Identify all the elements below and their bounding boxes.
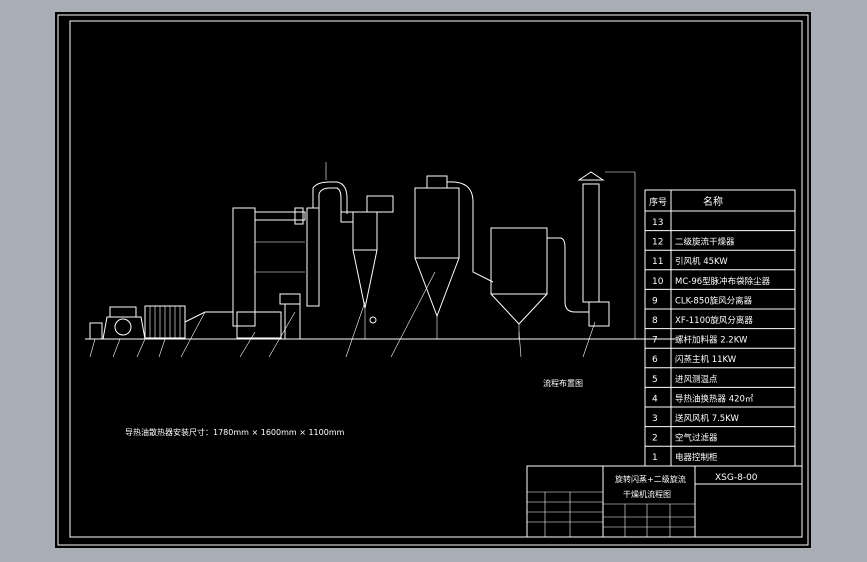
cyclone-clk850 — [414, 175, 494, 339]
parts-row-no: 12 — [652, 238, 663, 248]
layout-title: 流程布置图 — [543, 378, 583, 388]
parts-row-name: 二级旋流干燥器 — [675, 237, 735, 248]
parts-row-name: 空气过滤器 — [675, 433, 718, 444]
heat-exchanger — [144, 305, 186, 339]
equipment-group — [89, 162, 636, 358]
parts-header-name: 名称 — [703, 195, 723, 208]
parts-row-no: 9 — [652, 296, 658, 306]
parts-row-name: 螺杆加料器 2.2KW — [675, 335, 748, 346]
parts-row-no: 5 — [652, 375, 658, 385]
parts-row-name: 送风风机 7.5KW — [675, 413, 739, 424]
parts-row-no: 4 — [652, 394, 658, 404]
blower-fan — [114, 318, 132, 336]
parts-list-table: 序号 名称 1312 二级旋流干燥器11 引风机 45KW10 MC-96型脉冲布袋除… — [644, 189, 796, 467]
parts-header-no: 序号 — [649, 196, 667, 208]
parts-row-name: 电器控制柜 — [675, 452, 718, 463]
parts-row-name: XF-1100旋风分离器 — [675, 315, 753, 326]
install-note: 导热油散热器安装尺寸：1780mm × 1600mm × 1100mm — [125, 427, 345, 437]
parts-row-no: 3 — [652, 414, 658, 424]
leader-lines — [89, 271, 596, 358]
second-stage-dryer — [306, 162, 354, 307]
control-cabinet — [89, 322, 103, 340]
drawing-number: XSG-8-00 — [715, 473, 758, 483]
parts-row-no: 11 — [652, 257, 663, 267]
parts-row-name: 闪蒸主机 11KW — [675, 354, 737, 365]
screw-feeder — [279, 293, 301, 305]
parts-row-no: 6 — [652, 355, 658, 365]
parts-row-name: CLK-850旋风分离器 — [675, 295, 753, 306]
parts-row-no: 1 — [652, 453, 658, 463]
bag-filter — [490, 227, 589, 339]
parts-row-name: 进风测温点 — [675, 374, 718, 385]
flash-dryer-main — [232, 207, 306, 339]
drawing-title-line1: 旋转闪蒸+二级旋流 — [615, 474, 686, 484]
exhaust-fan-stack — [577, 171, 636, 339]
parts-row-no: 7 — [652, 336, 658, 346]
parts-row-no: 10 — [652, 277, 664, 287]
parts-row-name: 引风机 45KW — [675, 256, 728, 267]
cyclone-xf1100 — [352, 195, 394, 339]
drawing-title-line2: 干燥机流程图 — [623, 489, 671, 499]
parts-row-no: 2 — [652, 434, 658, 444]
title-block: XSG-8-00 旋转闪蒸+二级旋流 干燥机流程图 — [526, 465, 803, 538]
parts-row-name: MC-96型脉冲布袋除尘器 — [675, 276, 771, 287]
parts-row-no: 8 — [652, 316, 658, 326]
parts-row-name: 导热油换热器 420㎡ — [675, 393, 754, 404]
drawing-sheet: 流程布置图 导热油散热器安装尺寸：1780mm × 1600mm × 1100m… — [55, 12, 811, 548]
process-flow-drawing: 流程布置图 导热油散热器安装尺寸：1780mm × 1600mm × 1100m… — [57, 14, 809, 546]
parts-row-no: 13 — [652, 218, 663, 228]
air-filter — [109, 306, 137, 318]
